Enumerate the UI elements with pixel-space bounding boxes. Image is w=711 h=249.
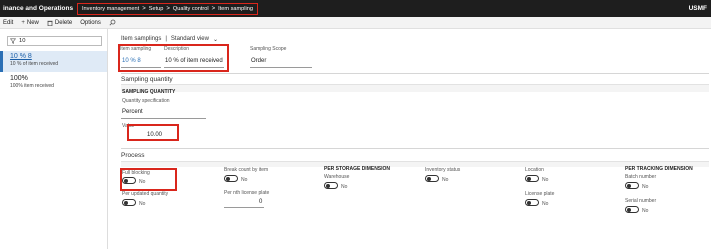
view-selector[interactable]: Standard view (171, 36, 209, 43)
highlight-box (118, 44, 229, 72)
toggle-knob (427, 177, 431, 181)
process-section-title[interactable]: Process (121, 152, 144, 159)
breadcrumb: Inventory management > Setup > Quality c… (77, 3, 258, 15)
chevron-right-icon: > (166, 6, 170, 12)
breadcrumb-item-sampling[interactable]: Item sampling (218, 6, 253, 12)
chevron-right-icon: > (142, 6, 146, 12)
list-item-id: 10 % 8 (10, 53, 32, 60)
details-pane: Item samplings | Standard view ⌄ Item sa… (108, 29, 711, 249)
serial-number-label: Serial number (625, 198, 657, 204)
batch-number-value: No (642, 184, 649, 190)
list-item-description: 10 % of item received (10, 61, 59, 67)
break-count-value: No (241, 177, 248, 183)
batch-number-toggle[interactable] (625, 182, 639, 189)
edit-button[interactable]: Edit (3, 20, 13, 26)
highlight-box (120, 168, 177, 191)
sampling-quantity-group-title: SAMPLING QUANTITY (122, 89, 176, 95)
list-item[interactable]: 10 % 8 10 % of item received (0, 51, 107, 72)
sampling-scope-label: Sampling Scope (250, 46, 287, 52)
toggle-knob (627, 208, 631, 212)
filter-value: 10 (19, 38, 26, 44)
section-band (121, 84, 709, 92)
location-label: Location (525, 167, 544, 173)
new-button[interactable]: + New (21, 20, 39, 26)
serial-number-toggle[interactable] (625, 206, 639, 213)
field-underline (224, 207, 264, 208)
filter-input[interactable]: 10 (7, 36, 102, 46)
warehouse-label: Warehouse (324, 174, 350, 180)
toggle-knob (326, 184, 330, 188)
divider: | (165, 36, 167, 42)
sampling-quantity-section-title[interactable]: Sampling quantity (121, 76, 173, 83)
license-plate-toggle[interactable] (525, 199, 539, 206)
field-underline (250, 67, 312, 68)
company-picker[interactable]: USMF (689, 5, 707, 12)
section-divider (121, 148, 709, 149)
trash-icon (47, 20, 53, 26)
breadcrumb-inventory-management[interactable]: Inventory management (82, 6, 139, 12)
breadcrumb-setup[interactable]: Setup (149, 6, 164, 12)
sampling-scope-field[interactable]: Order (251, 58, 266, 64)
highlight-box (127, 124, 179, 141)
batch-number-label: Batch number (625, 174, 657, 180)
list-item[interactable]: 100% 100% item received (0, 75, 107, 93)
toggle-knob (627, 184, 631, 188)
per-updated-quantity-label: Per updated quantity (122, 191, 169, 197)
field-underline (121, 118, 206, 119)
per-nth-license-plate-field[interactable]: 0 (259, 199, 262, 205)
list-item-id: 100% (10, 75, 28, 82)
serial-number-value: No (642, 208, 649, 214)
filter-icon (10, 38, 16, 44)
quantity-specification-field[interactable]: Percent (122, 109, 143, 115)
license-plate-value: No (542, 201, 549, 207)
per-storage-dimension-title: PER STORAGE DIMENSION (324, 166, 391, 172)
per-nth-license-plate-label: Per nth license plate (224, 190, 270, 196)
chevron-right-icon: > (211, 6, 216, 12)
per-updated-quantity-value: No (139, 201, 146, 207)
inventory-status-label: Inventory status (425, 167, 461, 173)
toggle-knob (527, 201, 531, 205)
options-button[interactable]: Options (80, 20, 101, 26)
page-title: Item samplings (121, 36, 162, 42)
location-toggle[interactable] (525, 175, 539, 182)
delete-button[interactable]: Delete (47, 20, 72, 26)
options-label: Options (80, 19, 101, 26)
inventory-status-value: No (442, 177, 449, 183)
toggle-knob (226, 177, 230, 181)
section-divider (121, 73, 709, 74)
form-header: Item samplings | Standard view ⌄ (121, 36, 218, 43)
plus-icon: + (21, 19, 25, 26)
top-navigation-bar: inance and Operations Inventory manageme… (0, 0, 711, 17)
quantity-specification-label: Quantity specification (122, 98, 170, 104)
break-count-toggle[interactable] (224, 175, 238, 182)
search-icon[interactable] (109, 19, 116, 26)
inventory-status-toggle[interactable] (425, 175, 439, 182)
edit-label: Edit (3, 19, 14, 26)
warehouse-toggle[interactable] (324, 182, 338, 189)
break-count-label: Break count by item (224, 167, 269, 173)
breadcrumb-quality-control[interactable]: Quality control (173, 6, 209, 12)
per-updated-quantity-toggle[interactable] (122, 199, 136, 206)
license-plate-label: License plate (525, 191, 555, 197)
chevron-down-icon[interactable]: ⌄ (213, 36, 218, 43)
toggle-knob (527, 177, 531, 181)
action-pane: Edit + New Delete Options (0, 17, 711, 29)
section-band (121, 161, 709, 167)
location-value: No (542, 177, 549, 183)
toggle-knob (124, 201, 128, 205)
per-tracking-dimension-title: PER TRACKING DIMENSION (625, 166, 693, 172)
app-title: inance and Operations (3, 5, 74, 12)
list-pane: 10 10 % 8 10 % of item received 100% 100… (0, 29, 108, 249)
list-item-description: 100% item received (10, 83, 54, 89)
new-label: New (26, 19, 39, 26)
delete-label: Delete (54, 19, 73, 26)
warehouse-value: No (341, 184, 348, 190)
